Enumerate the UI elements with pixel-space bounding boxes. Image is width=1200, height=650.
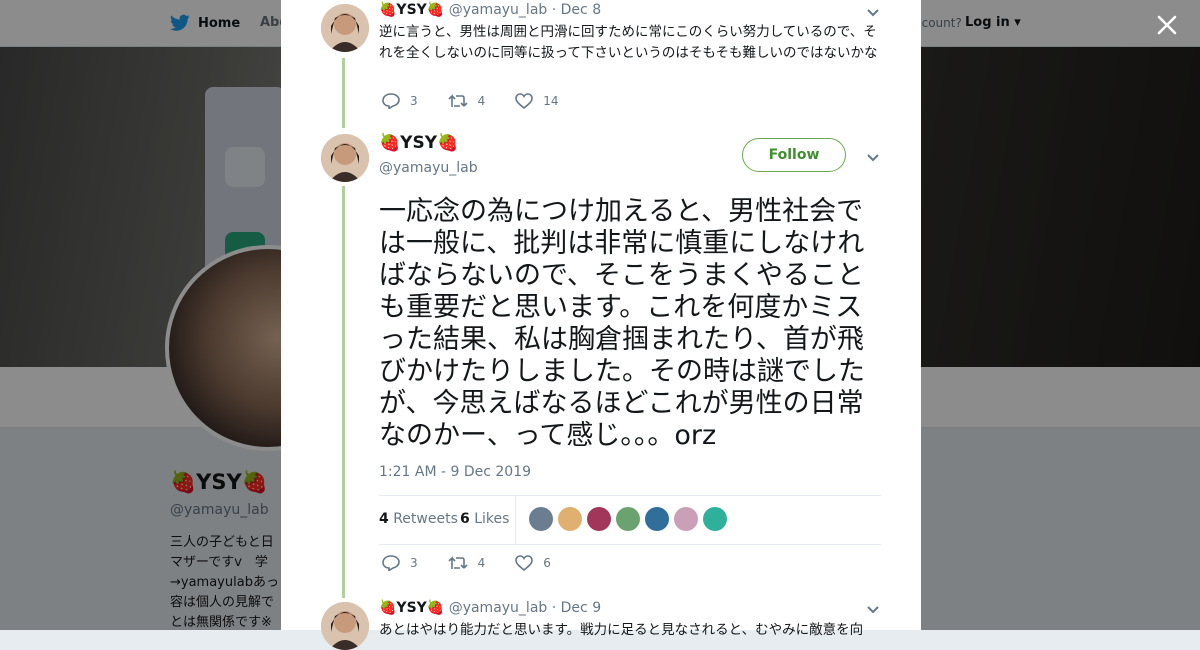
- tweet-author-handle[interactable]: @yamayu_lab: [449, 600, 548, 616]
- tweet-text: あとはやはり能力だと思います。戦力に足ると見なされると、むやみに敵意を向: [379, 622, 864, 638]
- like-count: 6: [543, 556, 551, 570]
- retweet-count: 4: [477, 94, 486, 108]
- thread-line: [342, 58, 345, 128]
- close-icon[interactable]: [1154, 12, 1180, 38]
- chevron-down-icon[interactable]: [866, 604, 880, 614]
- retweets-stat-label: Retweets: [393, 511, 458, 527]
- likes-stat-count: 6: [460, 511, 470, 527]
- reply-count: 3: [410, 94, 418, 108]
- tweet-header: 🍓YSY🍓 @yamayu_lab · Dec 8: [379, 2, 601, 18]
- avatar-photo: [321, 4, 369, 52]
- retweets-stat[interactable]: 4 Retweets: [379, 511, 458, 527]
- reply-count: 3: [410, 556, 418, 570]
- reply-button[interactable]: 3: [382, 93, 418, 109]
- avatar[interactable]: [321, 602, 369, 650]
- tweet-date[interactable]: · Dec 9: [552, 600, 601, 616]
- retweet-count: 4: [477, 556, 486, 570]
- liker-avatar[interactable]: [645, 507, 669, 531]
- likes-stat-label: Likes: [474, 511, 510, 527]
- avatar-photo: [321, 134, 369, 182]
- follow-button[interactable]: Follow: [742, 138, 846, 172]
- liker-avatar[interactable]: [616, 507, 640, 531]
- heart-icon: [515, 93, 534, 109]
- liker-avatar[interactable]: [587, 507, 611, 531]
- avatar[interactable]: [321, 134, 369, 182]
- retweet-button[interactable]: 4: [448, 555, 486, 571]
- liker-avatar[interactable]: [703, 507, 727, 531]
- tweet-date[interactable]: · Dec 8: [552, 2, 601, 18]
- reply-icon: [382, 555, 400, 571]
- avatar[interactable]: [321, 4, 369, 52]
- tweet-stats: 4 Retweets 6 Likes: [379, 495, 881, 545]
- tweet-actions: 3 4 14: [382, 93, 589, 109]
- liker-avatar[interactable]: [529, 507, 553, 531]
- tweet-author-handle[interactable]: @yamayu_lab: [379, 160, 478, 176]
- retweet-icon: [448, 556, 468, 569]
- chevron-down-icon[interactable]: [866, 7, 880, 17]
- reply-icon: [382, 93, 400, 109]
- chevron-down-icon[interactable]: [866, 152, 880, 162]
- avatar-photo: [321, 602, 369, 650]
- tweet-timestamp[interactable]: 1:21 AM - 9 Dec 2019: [379, 464, 531, 480]
- tweet-text: 逆に言うと、男性は周囲と円滑に回すために常にこのくらい努力しているので、それを全…: [379, 24, 878, 61]
- stats-divider: [515, 496, 516, 544]
- retweet-icon: [448, 94, 468, 107]
- like-button[interactable]: 14: [515, 93, 559, 109]
- like-count: 14: [543, 94, 559, 108]
- liker-avatar[interactable]: [558, 507, 582, 531]
- like-button[interactable]: 6: [515, 555, 551, 571]
- tweet-header: 🍓YSY🍓 @yamayu_lab · Dec 9: [379, 600, 601, 616]
- tweet-author-name[interactable]: 🍓YSY🍓: [379, 600, 444, 616]
- retweet-button[interactable]: 4: [448, 93, 486, 109]
- thread-line: [342, 186, 345, 598]
- heart-icon: [515, 555, 534, 571]
- tweet-author-name[interactable]: 🍓YSY🍓: [379, 133, 458, 153]
- likes-stat[interactable]: 6 Likes: [460, 511, 509, 527]
- reply-button[interactable]: 3: [382, 555, 418, 571]
- tweet-actions: 3 4 6: [382, 555, 581, 571]
- tweet-text: 一応念の為につけ加えると、男性社会では一般に、批判は非常に慎重にしなければならな…: [379, 196, 865, 451]
- liker-avatar[interactable]: [674, 507, 698, 531]
- tweet-author-handle[interactable]: @yamayu_lab: [449, 2, 548, 18]
- tweet-author-name[interactable]: 🍓YSY🍓: [379, 2, 444, 18]
- retweets-stat-count: 4: [379, 511, 389, 527]
